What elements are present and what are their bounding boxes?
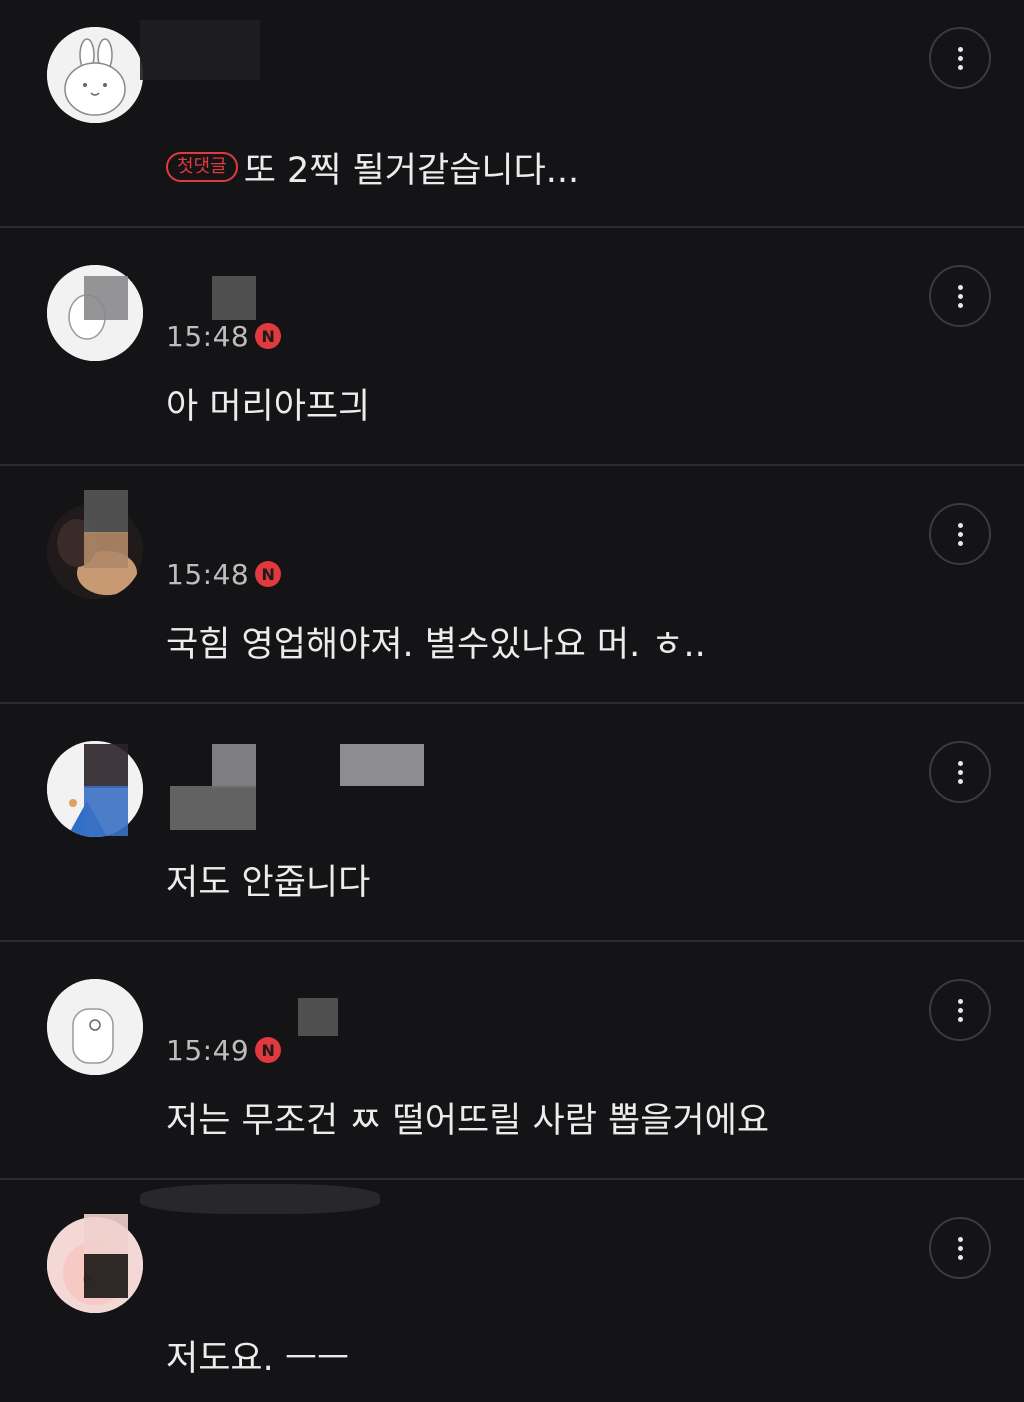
more-vertical-icon [957,1236,963,1242]
more-options-button[interactable] [929,979,991,1041]
redacted-avatar-part [84,1254,128,1298]
comment-item: 15:48 N 국힘 영업해야져. 별수있나요 머. ㅎ.. [0,466,1024,704]
comment-text: 아 머리아프긔 [166,386,371,427]
more-vertical-icon [957,46,963,52]
character-avatar-icon [47,979,143,1075]
comment-meta: 15:48 N [166,319,282,353]
avatar[interactable] [47,979,143,1075]
comment-body: 아 머리아프긔 [166,379,370,427]
more-options-button[interactable] [929,1217,991,1279]
comment-item: 15:49 N 저는 무조건 ㅉ 떨어뜨릴 사람 뽑을거에요 [0,942,1024,1180]
comment-item: 저도 안줍니다 [0,704,1024,942]
comment-meta: 15:49 N [166,1033,282,1067]
redacted-avatar-part [84,1214,128,1254]
redacted-nickname [140,20,260,80]
comment-time: 15:48 [166,557,250,591]
redacted-nickname [298,998,338,1036]
comment-body: 국힘 영업해야져. 별수있나요 머. ㅎ.. [166,617,706,665]
more-vertical-icon [957,760,963,766]
bunny-avatar-icon [47,27,143,123]
redacted-avatar-part [84,744,128,788]
more-vertical-icon [957,284,963,290]
more-options-button[interactable] [929,503,991,565]
redacted-nickname [212,276,256,320]
comment-time: 15:49 [166,1033,250,1067]
comment-item: 15:48 N 아 머리아프긔 [0,228,1024,466]
more-vertical-icon [957,522,963,528]
comment-item: 저도요. ㅡㅡ [0,1180,1024,1402]
comment-body: 저도 안줍니다 [166,855,370,903]
redacted-nickname [170,786,256,830]
more-options-button[interactable] [929,265,991,327]
more-options-button[interactable] [929,741,991,803]
redacted-nickname [212,744,256,788]
comment-meta: 15:48 N [166,557,282,591]
new-badge: N [255,323,282,349]
new-badge: N [255,561,282,587]
redacted-nickname [340,744,424,786]
new-badge: N [255,1037,282,1063]
comment-text: 또 2찍 될거같습니다... [243,150,580,191]
avatar[interactable] [47,27,143,123]
comment-text: 국힘 영업해야져. 별수있나요 머. ㅎ.. [166,624,706,665]
redacted-avatar-part [84,786,128,836]
redacted-avatar-part [84,276,128,320]
first-comment-badge: 첫댓글 [166,152,238,182]
redacted-avatar-part [84,490,128,534]
more-options-button[interactable] [929,27,991,89]
comment-text: 저도요. ㅡㅡ [166,1338,350,1379]
comment-time: 15:48 [166,319,250,353]
redacted-avatar-part [84,532,128,568]
comment-item: 첫댓글 또 2찍 될거같습니다... [0,0,1024,238]
comment-text: 저는 무조건 ㅉ 떨어뜨릴 사람 뽑을거에요 [166,1100,770,1141]
comment-body: 저도요. ㅡㅡ [166,1331,349,1379]
comment-text: 저도 안줍니다 [166,862,371,903]
more-vertical-icon [957,998,963,1004]
comment-body: 첫댓글 또 2찍 될거같습니다... [166,143,579,191]
redacted-nickname [140,1184,380,1214]
comment-body: 저는 무조건 ㅉ 떨어뜨릴 사람 뽑을거에요 [166,1093,769,1141]
